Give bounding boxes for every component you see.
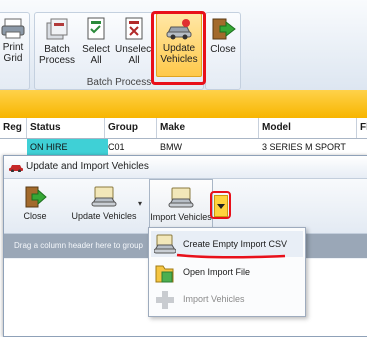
update-vehicles-dropdown-arrow[interactable]: ▾ — [138, 199, 142, 208]
dialog-close-label: Close — [23, 211, 47, 221]
dialog-import-vehicles-button[interactable]: Import Vehicles — [149, 179, 213, 233]
grid-header: Reg Status Group Make Model Fl — [0, 118, 367, 139]
cell-make: BMW — [160, 142, 182, 152]
column-header-status[interactable]: Status — [27, 118, 105, 138]
print-grid-button[interactable]: Print Grid — [0, 13, 29, 75]
annotation-highlight-dropdown — [210, 191, 231, 219]
select-all-button[interactable]: Select All — [79, 13, 113, 75]
cell-status: ON HIRE — [27, 139, 108, 155]
annotation-highlight-update-vehicles — [151, 11, 206, 85]
car-icon — [9, 165, 23, 172]
update-vehicles-icon — [168, 187, 194, 208]
grid-title-stripe — [0, 90, 367, 119]
unselect-all-button[interactable]: Unselect All — [115, 13, 154, 75]
printer-icon — [1, 18, 25, 39]
dialog-title-bar: Update and Import Vehicles — [4, 156, 367, 179]
csv-create-icon — [154, 234, 176, 254]
group-by-hint: Drag a column header here to group — [14, 241, 143, 250]
menu-item-open-import-file[interactable]: Open Import File — [151, 259, 303, 285]
print-grid-label: Print Grid — [2, 42, 24, 64]
menu-item-label: Import Vehicles — [183, 294, 245, 304]
ribbon-close-label: Close — [210, 44, 236, 55]
batch-process-button[interactable]: Batch Process — [37, 13, 77, 75]
close-exit-icon — [212, 18, 236, 40]
open-file-icon — [155, 265, 174, 283]
column-header-fl[interactable]: Fl — [357, 118, 367, 138]
dialog-title: Update and Import Vehicles — [26, 161, 149, 172]
column-header-reg[interactable]: Reg — [0, 118, 27, 138]
import-vehicles-menu: Create Empty Import CSV Open Import File… — [148, 227, 306, 317]
select-all-icon — [87, 17, 105, 40]
select-all-label: Select All — [82, 44, 110, 66]
ribbon-group-close: Close — [205, 12, 241, 90]
batch-process-icon — [46, 18, 68, 40]
dialog-import-vehicles-label: Import Vehicles — [150, 212, 212, 222]
column-header-group[interactable]: Group — [105, 118, 157, 138]
dialog-update-vehicles-button[interactable]: Update Vehicles — [70, 179, 138, 233]
batch-process-label: Batch Process — [38, 44, 76, 66]
table-row[interactable]: ON HIRE C01 BMW 3 SERIES M SPORT — [0, 139, 367, 155]
cell-group: C01 — [108, 142, 125, 152]
import-plus-icon — [156, 291, 174, 309]
menu-item-label: Open Import File — [183, 267, 251, 277]
dialog-close-button[interactable]: Close — [14, 179, 56, 233]
ribbon-close-button[interactable]: Close — [206, 13, 240, 75]
dialog-update-vehicles-label: Update Vehicles — [71, 211, 137, 221]
menu-item-import-vehicles[interactable]: Import Vehicles — [151, 286, 303, 312]
column-header-make[interactable]: Make — [157, 118, 259, 138]
column-header-model[interactable]: Model — [259, 118, 357, 138]
ribbon: Print Grid Batch Process Select All Unse… — [0, 0, 367, 91]
ribbon-group-print: Print Grid — [0, 12, 30, 90]
dialog-toolbar: Close Update Vehicles ▾ Import Vehicles — [4, 179, 367, 234]
cell-model: 3 SERIES M SPORT — [262, 142, 346, 152]
close-exit-icon — [25, 186, 47, 208]
update-vehicles-icon — [91, 186, 117, 207]
unselect-all-label: Unselect All — [115, 44, 154, 66]
unselect-all-icon — [125, 17, 143, 40]
